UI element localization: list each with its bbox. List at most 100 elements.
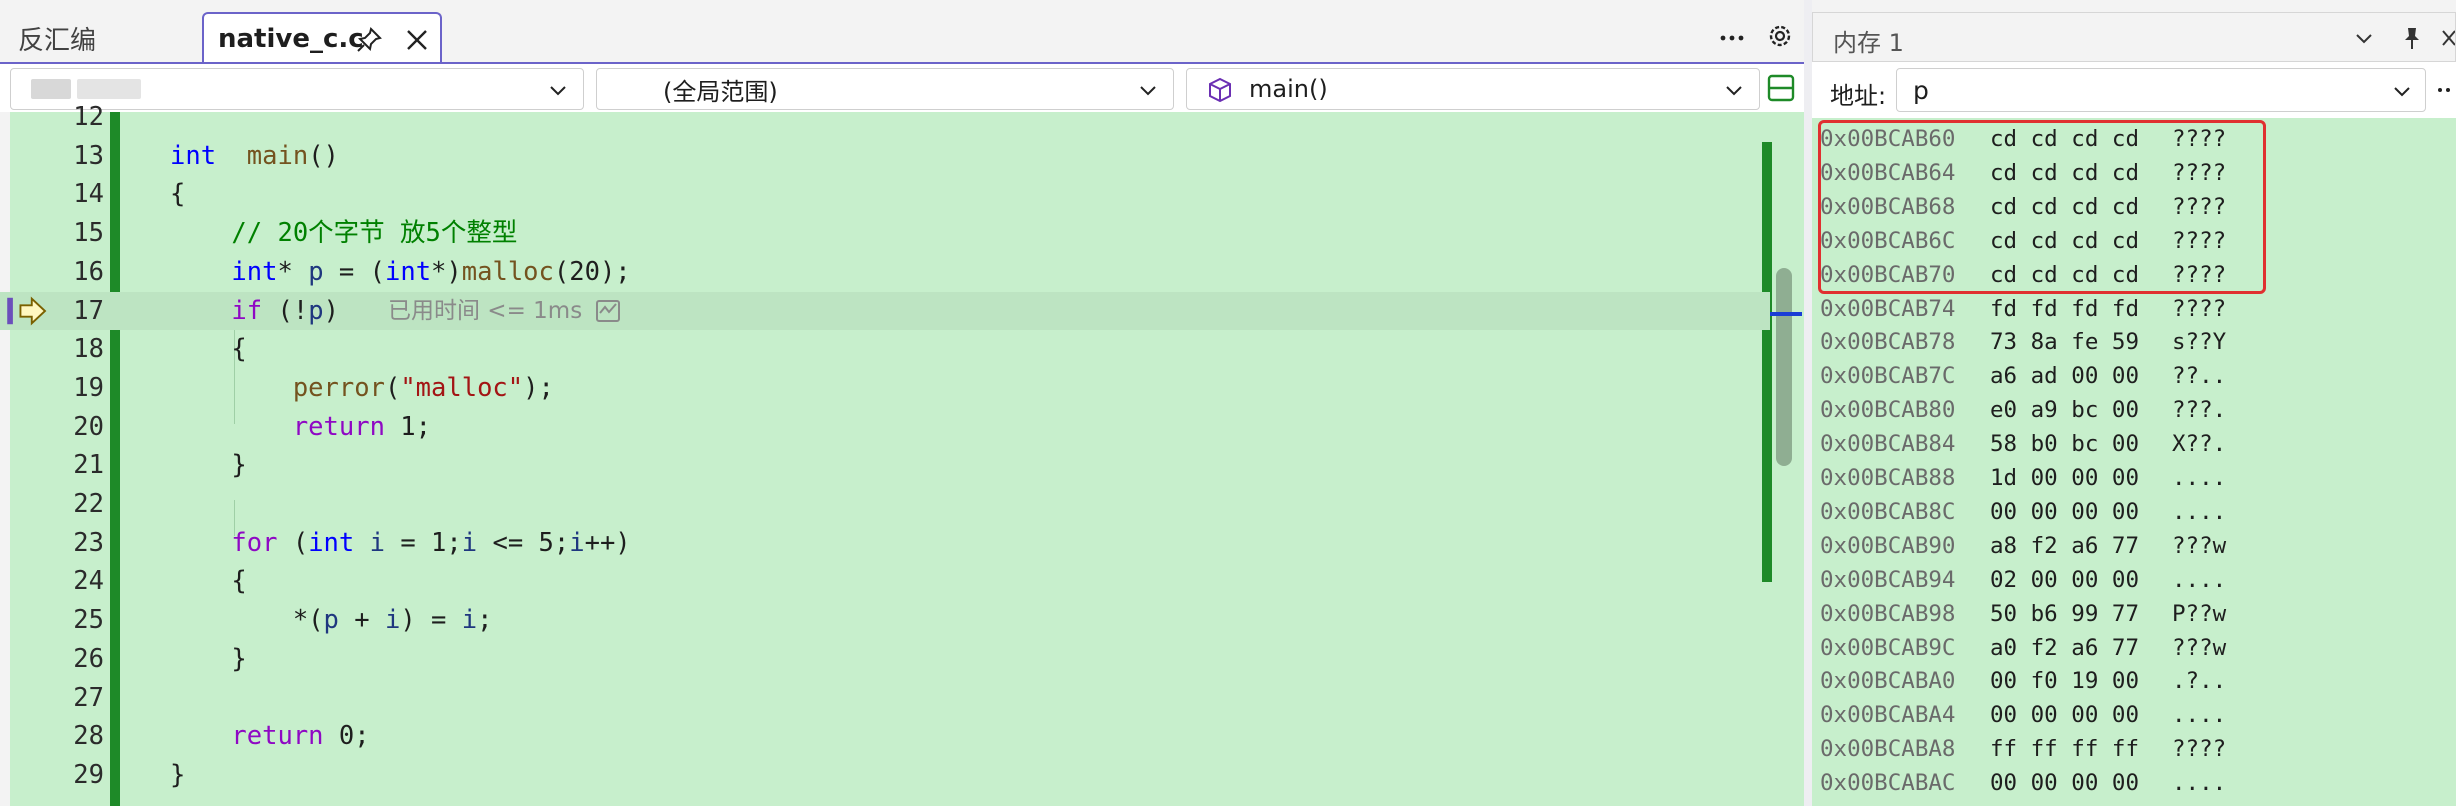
- code-token: *(: [170, 605, 324, 636]
- pin-icon[interactable]: [2399, 25, 2425, 51]
- code-line[interactable]: 19 perror("malloc");: [0, 369, 1770, 408]
- code-line[interactable]: 25 *(p + i) = i;: [0, 601, 1770, 640]
- code-line[interactable]: 16 int* p = (int*)malloc(20);: [0, 253, 1770, 292]
- diagnostics-icon[interactable]: [594, 296, 624, 326]
- memory-bytes: 73 8a fe 59: [1990, 329, 2140, 356]
- code-line[interactable]: 14 {: [0, 175, 1770, 214]
- close-icon[interactable]: [402, 25, 432, 55]
- editor-tab-bar: 反汇编 native_c.c: [0, 0, 1804, 64]
- blurred-project-name: [77, 79, 141, 99]
- code-line[interactable]: 29}: [0, 756, 1770, 795]
- code-token: (: [384, 372, 401, 403]
- code-text: return 0;: [170, 717, 369, 756]
- memory-row[interactable]: 0x00BCAB8C 00 00 00 00....: [1812, 495, 2456, 529]
- memory-row[interactable]: 0x00BCAB7C a6 ad 00 00??..: [1812, 359, 2456, 393]
- code-token: (): [308, 140, 339, 171]
- code-token: +: [338, 605, 385, 636]
- code-token: p: [308, 256, 324, 287]
- pin-icon[interactable]: [354, 25, 384, 55]
- code-view[interactable]: 12 13 int main() 14{15 // 20个字节 放5个整型 16 int…: [0, 102, 1804, 806]
- tab-disassembly[interactable]: 反汇编: [0, 12, 200, 64]
- address-label: 地址:: [1830, 82, 1887, 110]
- memory-row[interactable]: 0x00BCABAC 00 00 00 00....: [1812, 766, 2456, 800]
- memory-row[interactable]: 0x00BCAB74 fd fd fd fd????: [1812, 292, 2456, 326]
- code-token: }: [170, 759, 186, 790]
- code-line[interactable]: 21 }: [0, 446, 1770, 485]
- code-token: = 1;: [384, 527, 462, 558]
- code-line[interactable]: 12: [0, 98, 1770, 137]
- code-token: // 20个字节 放5个整型: [170, 218, 518, 249]
- split-editor-icon[interactable]: [1766, 70, 1796, 106]
- memory-ascii: ???w: [2172, 634, 2227, 661]
- code-line[interactable]: 18 {: [0, 330, 1770, 369]
- memory-ascii: ....: [2172, 465, 2227, 491]
- line-number: 17: [73, 295, 104, 326]
- address-input[interactable]: p: [1896, 68, 2426, 112]
- code-token: i: [384, 605, 401, 636]
- code-text: for (int i = 1;i <= 5;i++): [170, 524, 631, 563]
- close-icon[interactable]: [2441, 27, 2455, 49]
- memory-address: 0x00BCAB94: [1820, 566, 1956, 593]
- code-token: int: [384, 256, 432, 287]
- tab-native-c[interactable]: native_c.c: [202, 12, 442, 64]
- code-line[interactable]: 13 int main(): [0, 137, 1770, 176]
- memory-bytes: ff ff ff ff: [1990, 736, 2140, 763]
- code-text: }: [170, 446, 246, 485]
- code-token: int: [231, 256, 278, 287]
- memory-grid[interactable]: 0x00BCAB60 cd cd cd cd???? 0x00BCAB64 cd cd…: [1812, 118, 2456, 806]
- memory-row[interactable]: 0x00BCAB90 a8 f2 a6 77 ???w: [1812, 529, 2456, 563]
- memory-ascii: ????: [2172, 736, 2227, 763]
- code-line[interactable]: 20 return 1;: [0, 408, 1770, 447]
- code-token: int: [170, 140, 217, 171]
- code-line[interactable]: 26 }: [0, 640, 1770, 679]
- memory-bytes: a8 f2 a6 77: [1990, 532, 2140, 559]
- code-line[interactable]: 27: [0, 679, 1770, 718]
- code-token: i: [369, 527, 385, 558]
- memory-row[interactable]: 0x00BCAB78 73 8a fe 59 s??Y: [1812, 325, 2456, 359]
- scrollbar-thumb[interactable]: [1776, 268, 1792, 466]
- memory-address: 0x00BCAB78: [1820, 329, 1956, 356]
- code-token: p: [323, 605, 339, 636]
- perf-tip[interactable]: 已用时间 <= 1ms: [388, 292, 582, 331]
- code-token: p: [308, 295, 324, 326]
- more-options-icon[interactable]: [1716, 20, 1748, 52]
- memory-row[interactable]: 0x00BCABA4 00 00 00 00....: [1812, 698, 2456, 732]
- memory-address: 0x00BCAB80: [1820, 397, 1956, 424]
- memory-row[interactable]: 0x00BCAB94 02 00 00 00....: [1812, 563, 2456, 597]
- code-token: i: [569, 527, 585, 558]
- code-line[interactable]: 17 if (!p) 已用时间 <= 1ms: [0, 291, 1770, 331]
- line-number: 28: [73, 721, 104, 752]
- memory-bytes: fd fd fd fd: [1990, 295, 2140, 322]
- memory-ascii: ???w: [2172, 532, 2227, 559]
- memory-bytes: 00 00 00 00: [1990, 498, 2140, 525]
- memory-row[interactable]: 0x00BCAB80 e0 a9 bc 00???.: [1812, 393, 2456, 427]
- code-text: }: [170, 756, 185, 795]
- code-line[interactable]: 23 for (int i = 1;i <= 5;i++): [0, 524, 1770, 563]
- memory-address: 0x00BCABAC: [1820, 770, 1956, 797]
- code-line[interactable]: 24 {: [0, 562, 1770, 601]
- memory-row[interactable]: 0x00BCAB88 1d 00 00 00....: [1812, 461, 2456, 495]
- code-line[interactable]: 22: [0, 485, 1770, 524]
- memory-row[interactable]: 0x00BCAB9C a0 f2 a6 77 ???w: [1812, 631, 2456, 665]
- memory-address: 0x00BCAB90: [1820, 532, 1956, 559]
- line-number: 25: [73, 605, 104, 636]
- code-token: (: [277, 527, 309, 558]
- tab-label: native_c.c: [218, 24, 364, 54]
- code-line[interactable]: 28 return 0;: [0, 717, 1770, 756]
- code-token: ++): [584, 527, 631, 558]
- memory-address: 0x00BCAB84: [1820, 431, 1956, 458]
- memory-row[interactable]: 0x00BCABA0 00 f0 19 00.?..: [1812, 664, 2456, 698]
- code-line[interactable]: 15 // 20个字节 放5个整型: [0, 214, 1770, 253]
- memory-row[interactable]: 0x00BCAB84 58 b0 bc 00 X??.: [1812, 427, 2456, 461]
- more-options-icon[interactable]: [2436, 78, 2456, 102]
- chevron-down-icon[interactable]: [2353, 27, 2375, 49]
- memory-address-bar: 地址: p: [1812, 62, 2456, 118]
- memory-row[interactable]: 0x00BCAB98 50 b6 99 77 P??w: [1812, 597, 2456, 631]
- gear-icon[interactable]: [1764, 20, 1796, 52]
- code-token: {: [170, 179, 186, 210]
- memory-ascii: ....: [2172, 770, 2227, 797]
- memory-row[interactable]: 0x00BCABA8 ff ff ff ff????: [1812, 732, 2456, 766]
